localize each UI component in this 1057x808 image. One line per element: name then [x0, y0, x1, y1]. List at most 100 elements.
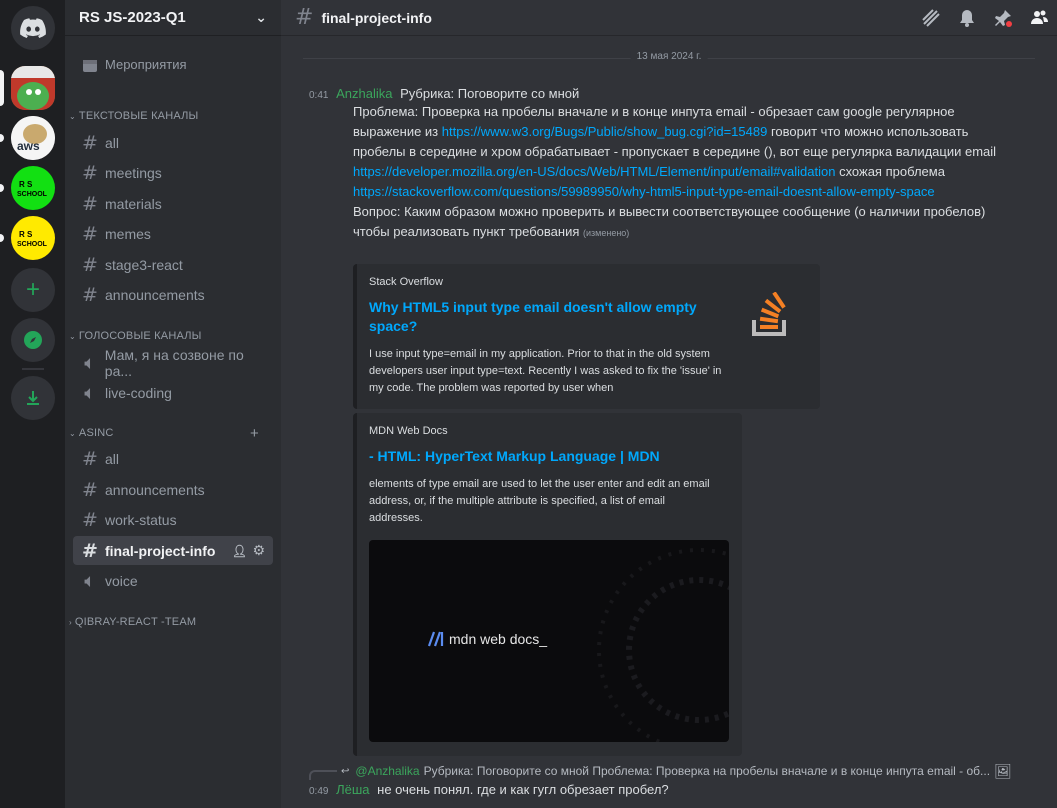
- channel-label: stage3-react: [105, 256, 183, 273]
- locked-hashtag-icon: #: [295, 5, 314, 30]
- category-qibray-team[interactable]: › QIBRAY-REACT -TEAM: [69, 616, 269, 628]
- channel-item-materials[interactable]: # materials: [73, 189, 273, 218]
- reply-preview[interactable]: ↩ @Anzhalika Рубрика: Поговорите со мной…: [309, 762, 1012, 780]
- channel-item-final-project-info[interactable]: # final-project-info 👤︎ ⚙: [73, 536, 273, 565]
- message-text: не очень понял. где и как гугл обрезает …: [377, 782, 669, 797]
- member-list-button[interactable]: [1027, 6, 1051, 30]
- message-text: схожая проблема: [835, 164, 945, 179]
- category-text-channels[interactable]: ⌄ ТЕКСТОВЫЕ КАНАЛЫ: [69, 110, 269, 122]
- channel-label: announcements: [105, 481, 205, 498]
- channel-label: work-status: [105, 511, 177, 528]
- reply-preview-text: Рубрика: Поговорите со мной Проблема: Пр…: [423, 764, 991, 778]
- channel-item-memes[interactable]: # memes: [73, 219, 273, 248]
- channel-item-stage3-react[interactable]: # stage3-react: [73, 250, 273, 279]
- notifications-button[interactable]: [955, 6, 979, 30]
- chevron-down-icon: ⌄: [69, 331, 76, 341]
- channel-topbar: # final-project-info: [281, 0, 1057, 36]
- channel-item-meetings[interactable]: # meetings: [73, 158, 273, 187]
- embed-provider[interactable]: MDN Web Docs: [369, 425, 728, 437]
- message-link[interactable]: https://www.w3.org/Bugs/Public/show_bug.…: [442, 124, 768, 139]
- channel-label: meetings: [105, 164, 162, 181]
- server-avatar-icon: [11, 66, 55, 110]
- locked-hashtag-icon: #: [82, 508, 98, 531]
- selected-server-pill: [0, 70, 4, 106]
- svg-text:R S: R S: [19, 230, 33, 239]
- add-server-button[interactable]: +: [11, 268, 55, 312]
- embed-image[interactable]: mdn web docs_: [369, 540, 729, 742]
- channel-label: all: [105, 134, 120, 151]
- server-rail: aws R S SCHOOL R S SCHOOL +: [0, 0, 65, 808]
- server-icon-rs-js[interactable]: [11, 66, 55, 110]
- voice-channel-item[interactable]: 🔈︎ Мам, я на созвоне по ра...: [73, 347, 273, 379]
- create-channel-plus-icon[interactable]: +: [250, 425, 259, 442]
- svg-text:SCHOOL: SCHOOL: [17, 191, 48, 198]
- message-timestamp[interactable]: 0:41: [309, 90, 328, 101]
- category-voice-channels[interactable]: ⌄ ГОЛОСОВЫЕ КАНАЛЫ: [69, 330, 269, 342]
- channel-label: all: [105, 450, 120, 467]
- threads-button[interactable]: [919, 6, 943, 30]
- message-body: Проблема: Проверка на пробелы вначале и …: [353, 102, 1013, 243]
- channel-item-work-status[interactable]: # work-status: [73, 505, 273, 534]
- members-icon: [1031, 10, 1048, 24]
- message-first-line: Рубрика: Поговорите со мной: [400, 86, 580, 101]
- channel-item-all[interactable]: # all: [73, 128, 273, 157]
- mdn-background-pattern: [597, 548, 729, 742]
- calendar-icon: [81, 56, 99, 74]
- channel-item-announcements[interactable]: # announcements: [73, 280, 273, 309]
- channel-item-asinc-announcements[interactable]: # announcements: [73, 475, 273, 504]
- gear-icon[interactable]: ⚙: [252, 542, 265, 559]
- hashtag-icon: #: [82, 222, 98, 245]
- date-label: 13 мая 2024 г.: [630, 51, 708, 62]
- reply-author[interactable]: @Anzhalika: [355, 764, 419, 778]
- invite-icon[interactable]: 👤︎: [232, 544, 247, 558]
- category-asinc[interactable]: ⌄ ASINC +: [69, 425, 269, 442]
- rs-school-logo-icon: R S SCHOOL: [17, 230, 48, 248]
- server-icon-rs-school-green[interactable]: R S SCHOOL: [11, 166, 55, 210]
- channel-item-asinc-all[interactable]: # all: [73, 444, 273, 473]
- voice-channel-item-live-coding[interactable]: 🔈︎ live-coding: [73, 378, 273, 407]
- chevron-down-icon: ⌄: [69, 428, 76, 438]
- explore-servers-button[interactable]: [11, 318, 55, 362]
- category-label: ТЕКСТОВЫЕ КАНАЛЫ: [78, 110, 199, 122]
- message-text: Вопрос: Каким образом можно проверить и …: [353, 204, 986, 239]
- message-timestamp[interactable]: 0:49: [309, 786, 328, 797]
- chat-main: # final-project-info 13 мая 2024 г. 0:41…: [281, 0, 1057, 808]
- message-author[interactable]: Anzhalika: [336, 86, 392, 101]
- locked-hashtag-icon: #: [82, 539, 98, 562]
- message-link[interactable]: https://stackoverflow.com/questions/5998…: [353, 184, 935, 199]
- message-author[interactable]: Лёша: [336, 782, 369, 797]
- embed-title[interactable]: Why HTML5 input type email doesn't allow…: [369, 298, 709, 336]
- message-link[interactable]: https://developer.mozilla.org/en-US/docs…: [353, 164, 835, 179]
- svg-text:SCHOOL: SCHOOL: [17, 241, 48, 248]
- rail-divider: [22, 368, 44, 370]
- hashtag-icon: #: [82, 253, 98, 276]
- category-label: QIBRAY-REACT -TEAM: [74, 616, 197, 628]
- locked-hashtag-icon: #: [82, 478, 98, 501]
- server-name: RS JS-2023-Q1: [79, 9, 186, 26]
- link-embed-stackoverflow: Stack Overflow Why HTML5 input type emai…: [353, 264, 820, 409]
- voice-channel-item-voice[interactable]: 🔈︎ voice: [73, 566, 273, 595]
- reply-connector: [309, 770, 337, 780]
- channel-label: voice: [105, 572, 138, 589]
- pinned-messages-button[interactable]: [991, 6, 1015, 30]
- download-apps-button[interactable]: [11, 376, 55, 420]
- threads-icon: [922, 9, 940, 27]
- embed-description: I use input type=email in my application…: [369, 348, 722, 394]
- embed-provider[interactable]: Stack Overflow: [369, 276, 806, 288]
- server-header[interactable]: RS JS-2023-Q1 ⌄: [65, 0, 281, 36]
- home-button[interactable]: [11, 6, 55, 50]
- svg-text:R S: R S: [19, 180, 33, 189]
- events-item[interactable]: Мероприятия: [73, 50, 273, 79]
- server-icon-rs-school-yellow[interactable]: R S SCHOOL: [11, 216, 55, 260]
- server-icon-aws[interactable]: aws: [11, 116, 55, 160]
- plus-icon: +: [25, 276, 40, 303]
- speaker-icon: 🔈︎: [84, 381, 96, 404]
- download-icon: [27, 391, 39, 405]
- bell-icon: [960, 10, 974, 27]
- channel-label: announcements: [105, 286, 205, 303]
- mdn-logo-text: mdn web docs_: [449, 631, 548, 647]
- date-divider: 13 мая 2024 г.: [303, 51, 1035, 62]
- embed-title[interactable]: - HTML: HyperText Markup Language | MDN: [369, 447, 728, 466]
- category-label: ASINC: [78, 427, 114, 439]
- link-embed-mdn: MDN Web Docs - HTML: HyperText Markup La…: [353, 413, 742, 756]
